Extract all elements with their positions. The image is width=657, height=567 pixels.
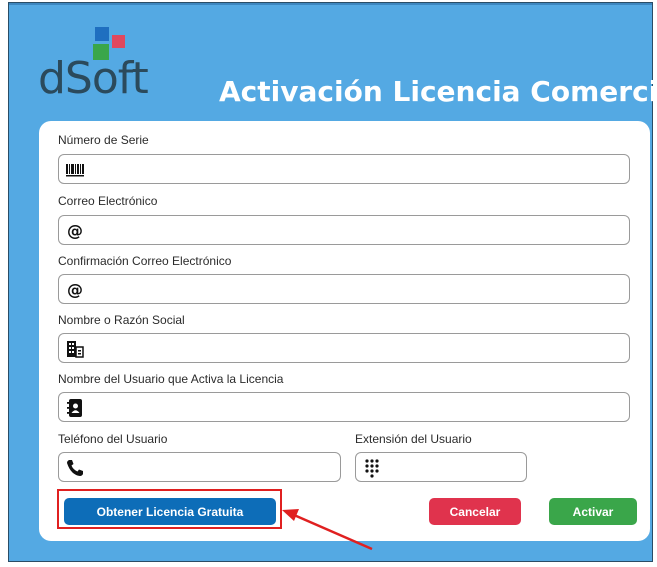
phone-label: Teléfono del Usuario	[58, 432, 168, 446]
email-field[interactable]: @	[58, 215, 630, 245]
activation-form-card: Número de Serie Correo Electrónico @ Con…	[39, 121, 650, 541]
svg-text:@: @	[67, 280, 83, 299]
logo-square-red	[112, 35, 125, 48]
at-icon: @	[67, 280, 83, 299]
page-title: Activación Licencia Comercial	[219, 75, 657, 108]
serial-field[interactable]	[58, 154, 630, 184]
email-confirm-label: Confirmación Correo Electrónico	[58, 254, 232, 268]
logo-square-blue	[95, 27, 109, 41]
dsoft-logo: dSoft	[33, 25, 203, 110]
extension-field[interactable]	[355, 452, 527, 482]
building-icon	[67, 341, 84, 358]
company-field[interactable]	[58, 333, 630, 363]
company-label: Nombre o Razón Social	[58, 313, 185, 327]
phone-icon	[67, 460, 83, 476]
serial-label: Número de Serie	[58, 133, 149, 147]
extension-label: Extensión del Usuario	[355, 432, 472, 446]
address-book-icon	[67, 399, 82, 417]
email-confirm-field[interactable]: @	[58, 274, 630, 304]
window-top-border	[9, 3, 652, 5]
email-label: Correo Electrónico	[58, 194, 158, 208]
activate-button[interactable]: Activar	[549, 498, 637, 525]
cancel-button[interactable]: Cancelar	[429, 498, 521, 525]
phone-field[interactable]	[58, 452, 341, 482]
at-icon: @	[67, 221, 83, 240]
activation-window: dSoft Activación Licencia Comercial Núme…	[8, 2, 657, 562]
logo-text: dSoft	[38, 53, 149, 104]
user-name-label: Nombre del Usuario que Activa la Licenci…	[58, 372, 284, 386]
keypad-icon	[365, 459, 379, 478]
free-license-button[interactable]: Obtener Licencia Gratuita	[64, 498, 276, 525]
user-name-field[interactable]	[58, 392, 630, 422]
barcode-icon	[66, 164, 84, 177]
svg-text:@: @	[67, 221, 83, 240]
